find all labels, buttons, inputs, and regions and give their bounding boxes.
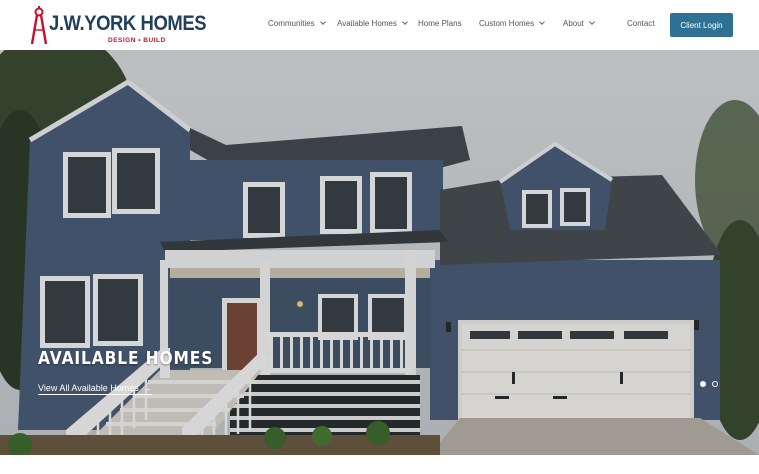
logo-wordmark: J.W.YORK HOMES bbox=[49, 12, 207, 35]
chevron-down-icon bbox=[539, 18, 545, 25]
hero-link-label: View All Available Homes bbox=[38, 383, 139, 393]
nav-label: Custom Homes bbox=[479, 19, 535, 28]
nav-item-home-plans[interactable]: Home Plans bbox=[418, 19, 462, 28]
slider-pagination bbox=[700, 381, 718, 387]
chevron-down-icon bbox=[402, 18, 408, 25]
hero-slider: 220 bbox=[0, 50, 759, 455]
nav-item-custom-homes[interactable]: Custom Homes bbox=[479, 18, 545, 28]
nav-label: Contact bbox=[627, 19, 655, 28]
nav-label: About bbox=[563, 19, 584, 28]
hero-title: AVAILABLE HOMES bbox=[38, 348, 214, 369]
view-all-available-homes-link[interactable]: View All Available Homes → bbox=[38, 383, 152, 395]
arrow-right-icon: → bbox=[142, 383, 152, 393]
nav-label: Home Plans bbox=[418, 19, 462, 28]
site-logo[interactable]: J.W.YORK HOMES DESIGN • BUILD bbox=[31, 6, 207, 46]
nav-item-communities[interactable]: Communities bbox=[268, 18, 326, 28]
nav-item-about[interactable]: About bbox=[563, 18, 595, 28]
logo-tagline: DESIGN • BUILD bbox=[108, 37, 166, 44]
nav-item-contact[interactable]: Contact bbox=[627, 19, 655, 28]
nav-label: Available Homes bbox=[337, 19, 397, 28]
compass-logo-icon bbox=[31, 6, 48, 45]
nav-label: Communities bbox=[268, 19, 315, 28]
chevron-down-icon bbox=[589, 18, 595, 25]
chevron-down-icon bbox=[319, 18, 326, 25]
site-header: J.W.YORK HOMES DESIGN • BUILD Communitie… bbox=[0, 0, 759, 50]
slide-dot-2[interactable] bbox=[712, 381, 718, 387]
slide-dot-1[interactable] bbox=[700, 381, 706, 387]
nav-item-available-homes[interactable]: Available Homes bbox=[337, 18, 408, 28]
client-login-button[interactable]: Client Login bbox=[670, 13, 733, 37]
